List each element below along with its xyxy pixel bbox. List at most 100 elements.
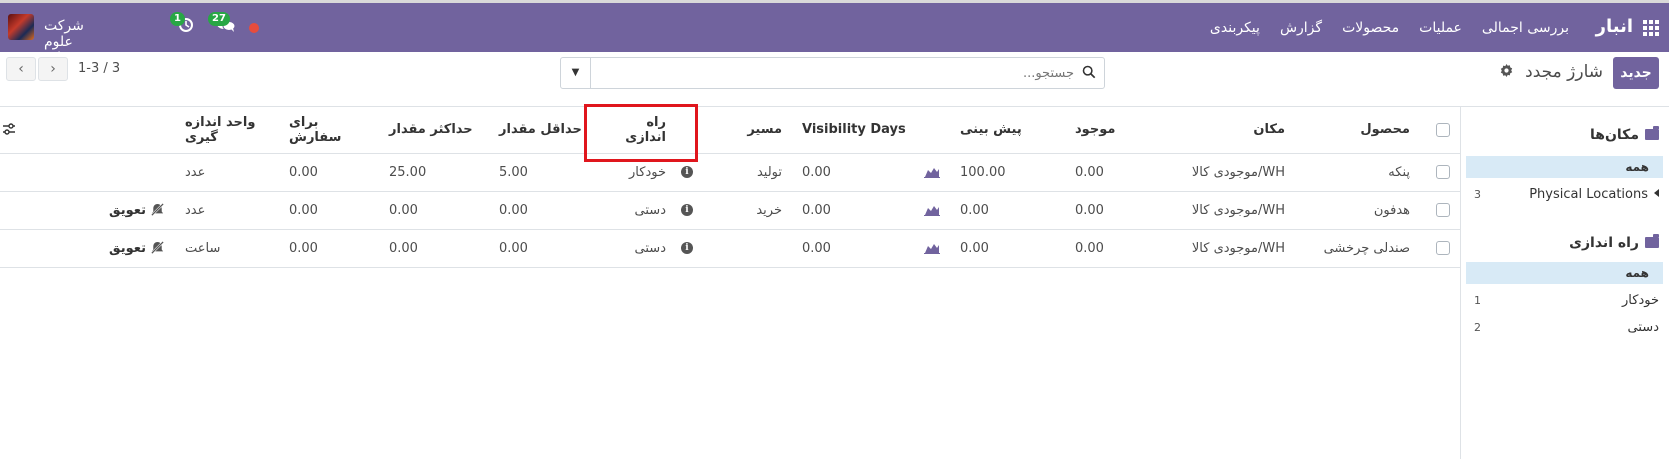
filter-item-physical-locations[interactable]: Physical Locations 3 bbox=[1474, 187, 1659, 202]
cell-to-order[interactable]: 0.00 bbox=[279, 229, 379, 267]
cell-min-qty[interactable]: 0.00 bbox=[489, 229, 599, 267]
info-icon[interactable]: i bbox=[681, 166, 693, 178]
cell-max-qty[interactable]: 25.00 bbox=[379, 153, 489, 191]
col-info bbox=[676, 107, 703, 154]
area-chart-icon[interactable] bbox=[924, 242, 940, 254]
search-icon bbox=[1082, 65, 1096, 79]
col-location[interactable]: مکان bbox=[1165, 107, 1295, 154]
row-select[interactable] bbox=[1420, 191, 1460, 229]
cell-info[interactable]: i bbox=[676, 153, 703, 191]
cell-uom[interactable]: عدد bbox=[175, 153, 279, 191]
cell-trigger[interactable]: دستی bbox=[599, 191, 676, 229]
cell-forecast: 100.00 bbox=[960, 164, 1006, 180]
info-icon[interactable]: i bbox=[681, 242, 693, 254]
cell-product[interactable]: صندلی چرخشی bbox=[1295, 229, 1420, 267]
cell-info[interactable]: i bbox=[676, 191, 703, 229]
cell-product[interactable]: پنکه bbox=[1295, 153, 1420, 191]
cell-actions: تعویق bbox=[95, 191, 175, 229]
pager-previous-button[interactable]: ‹ bbox=[6, 57, 36, 81]
col-trigger[interactable]: راه اندازی bbox=[599, 107, 676, 154]
locations-all-filter[interactable]: همه bbox=[1466, 156, 1663, 178]
col-product[interactable]: محصول bbox=[1295, 107, 1420, 154]
col-on-hand[interactable]: موجود bbox=[1065, 107, 1165, 154]
cell-route[interactable]: تولید bbox=[703, 153, 792, 191]
search-input[interactable] bbox=[593, 62, 1074, 84]
row-checkbox[interactable] bbox=[1436, 241, 1450, 255]
control-panel: جدید شارژ مجدد ▼ ‹ › 1-3 / 3 bbox=[0, 52, 1669, 107]
filter-item-automatic[interactable]: خودکار 1 bbox=[1474, 293, 1659, 308]
table-header-row: محصول مکان موجود پیش بینی Visibility Day… bbox=[0, 107, 1460, 154]
col-actions bbox=[95, 107, 175, 154]
col-visibility-days[interactable]: Visibility Days bbox=[792, 107, 920, 154]
snooze-button[interactable]: تعویق bbox=[109, 203, 165, 218]
bell-slash-icon bbox=[150, 241, 165, 255]
menu-item-reporting[interactable]: گزارش bbox=[1280, 20, 1322, 36]
new-button[interactable]: جدید bbox=[1613, 57, 1659, 89]
pager-next-button[interactable]: › bbox=[38, 57, 68, 81]
trigger-all-filter[interactable]: همه bbox=[1466, 262, 1663, 284]
cell-visibility-days[interactable]: 0.00 bbox=[792, 191, 920, 229]
cell-route[interactable] bbox=[703, 229, 792, 267]
menu-item-products[interactable]: محصولات bbox=[1342, 20, 1399, 36]
cell-uom[interactable]: ساعت bbox=[175, 229, 279, 267]
cell-to-order[interactable]: 0.00 bbox=[279, 153, 379, 191]
table-row[interactable]: صندلی چرخشی WH/موجودی کالا 0.00 0.00 0.00 i دس… bbox=[0, 229, 1460, 267]
gear-icon[interactable] bbox=[1500, 64, 1513, 81]
col-min-qty[interactable]: حداقل مقدار bbox=[489, 107, 599, 154]
row-checkbox[interactable] bbox=[1436, 203, 1450, 217]
cell-on-hand: 0.00 bbox=[1075, 240, 1104, 256]
row-checkbox[interactable] bbox=[1436, 165, 1450, 179]
cell-forecast-graph[interactable] bbox=[920, 153, 950, 191]
cell-forecast-graph[interactable] bbox=[920, 229, 950, 267]
select-all-checkbox[interactable] bbox=[1436, 122, 1450, 137]
cell-product[interactable]: هدفون bbox=[1295, 191, 1420, 229]
menu-item-configuration[interactable]: پیکربندی bbox=[1210, 20, 1260, 36]
cell-on-hand: 0.00 bbox=[1075, 202, 1104, 218]
table-row[interactable]: پنکه WH/موجودی کالا 0.00 100.00 0.00 تولید i خو… bbox=[0, 153, 1460, 191]
cell-min-qty[interactable]: 0.00 bbox=[489, 191, 599, 229]
cell-visibility-days[interactable]: 0.00 bbox=[792, 153, 920, 191]
cell-max-qty[interactable]: 0.00 bbox=[379, 229, 489, 267]
area-chart-icon[interactable] bbox=[924, 166, 940, 178]
info-icon[interactable]: i bbox=[681, 204, 693, 216]
cell-location[interactable]: WH/موجودی کالا bbox=[1165, 153, 1295, 191]
row-select[interactable] bbox=[1420, 229, 1460, 267]
cell-location[interactable]: WH/موجودی کالا bbox=[1165, 191, 1295, 229]
cell-min-qty[interactable]: 5.00 bbox=[489, 153, 599, 191]
cell-actions bbox=[95, 153, 175, 191]
caret-left-icon[interactable] bbox=[1654, 189, 1659, 197]
row-select[interactable] bbox=[1420, 153, 1460, 191]
apps-menu-icon[interactable] bbox=[1643, 20, 1659, 36]
col-to-order[interactable]: برای سفارش bbox=[279, 107, 379, 154]
cell-trigger[interactable]: دستی bbox=[599, 229, 676, 267]
cell-uom[interactable]: عدد bbox=[175, 191, 279, 229]
cell-max-qty[interactable]: 0.00 bbox=[379, 191, 489, 229]
app-brand[interactable]: انبار bbox=[1596, 16, 1633, 37]
snooze-button[interactable]: تعویق bbox=[109, 241, 165, 256]
pager-value[interactable]: 1-3 / 3 bbox=[78, 61, 120, 76]
cell-location[interactable]: WH/موجودی کالا bbox=[1165, 229, 1295, 267]
col-route[interactable]: مسیر bbox=[703, 107, 792, 154]
cell-to-order[interactable]: 0.00 bbox=[279, 191, 379, 229]
cell-forecast-graph[interactable] bbox=[920, 191, 950, 229]
snooze-label: تعویق bbox=[109, 202, 146, 218]
cell-trigger[interactable]: خودکار bbox=[599, 153, 676, 191]
recording-dot-icon[interactable] bbox=[249, 23, 259, 33]
cell-info[interactable]: i bbox=[676, 229, 703, 267]
user-avatar[interactable] bbox=[8, 14, 34, 40]
folder-icon bbox=[1645, 234, 1659, 248]
col-max-qty[interactable]: حداکثر مقدار bbox=[379, 107, 489, 154]
cell-visibility-days[interactable]: 0.00 bbox=[792, 229, 920, 267]
select-all-header[interactable] bbox=[1420, 107, 1460, 154]
area-chart-icon[interactable] bbox=[924, 204, 940, 216]
cell-spacer bbox=[0, 153, 95, 191]
search-options-toggle[interactable]: ▼ bbox=[561, 58, 591, 88]
menu-item-overview[interactable]: بررسی اجمالی bbox=[1482, 20, 1569, 36]
optional-columns-icon[interactable] bbox=[2, 122, 16, 136]
col-uom[interactable]: واحد اندازه گیری bbox=[175, 107, 279, 154]
col-forecast[interactable]: پیش بینی bbox=[950, 107, 1065, 154]
table-row[interactable]: هدفون WH/موجودی کالا 0.00 0.00 0.00 خرید i دستی… bbox=[0, 191, 1460, 229]
menu-item-operations[interactable]: عملیات bbox=[1419, 20, 1462, 36]
filter-item-manual[interactable]: دستی 2 bbox=[1474, 320, 1659, 335]
cell-route[interactable]: خرید bbox=[703, 191, 792, 229]
